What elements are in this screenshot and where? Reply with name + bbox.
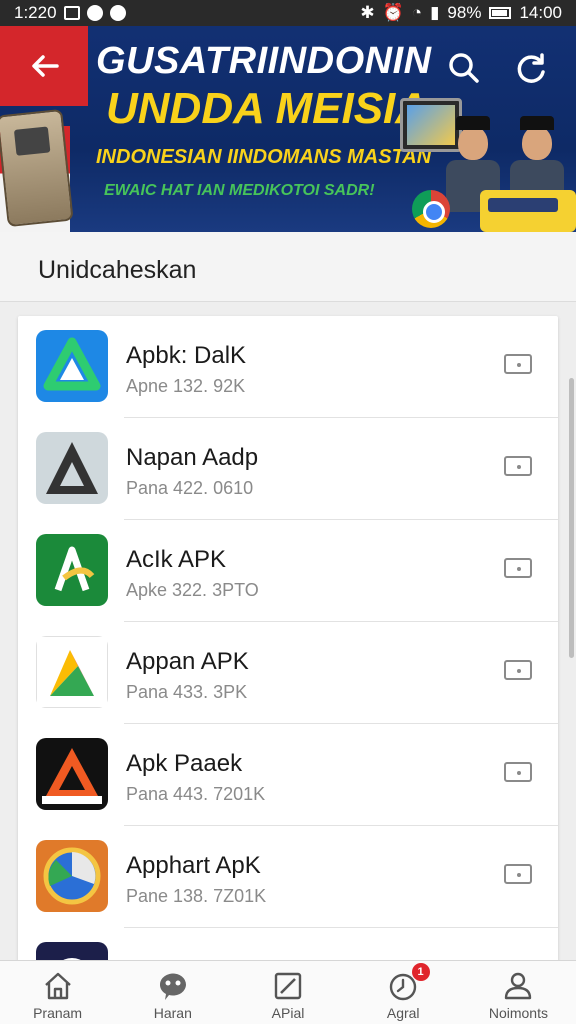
app-name: Napan Aadp [126,444,259,471]
nav-label: Noimonts [488,1005,548,1021]
app-icon [36,738,108,810]
list-item[interactable] [18,928,558,962]
download-button[interactable] [504,558,532,578]
download-button[interactable] [504,864,532,884]
header-banner: GUSATRIINDONIN UNDDA MEISIA INDONESIAN I… [0,26,576,232]
banner-tagline: INDONESIAN IINDOMANS MASTAN [96,146,432,168]
app-icon [36,942,108,962]
download-button[interactable] [504,660,532,680]
download-button[interactable] [504,354,532,374]
list-item[interactable]: Apphart ApK Pane 138. 7Z01K [18,826,558,928]
person-icon [505,972,532,1000]
app-icon [36,636,108,708]
app-icon [36,534,108,606]
app-meta: Apke 322. 3PTO [126,580,259,600]
nav-label: APial [271,1005,305,1021]
app-icon [36,840,108,912]
nav-label: Haran [153,1005,192,1021]
signal-icon: ▮ [430,3,440,22]
search-button[interactable] [444,48,484,88]
banner-subtitle: UNDDA MEISIA [106,84,428,133]
status-bar: 1:220 ✱ ⏰ ◔ ▮ 98% 14:00 [0,0,576,26]
notification-icon [63,6,80,20]
edit-icon [274,972,302,1000]
arrow-left-icon [32,55,59,77]
status-time-right: 14:00 [519,3,562,22]
refresh-icon [517,53,545,83]
list-item[interactable]: Apbk: DalK Apne 132. 92K [18,316,558,418]
back-button[interactable] [20,44,70,88]
bottom-nav: Pranam Haran APial 1 Agral Noimonts [0,960,576,1024]
battery-icon [489,7,512,19]
list-item[interactable]: Appan APK Pana 433. 3PK [18,622,558,724]
banner-caption: EWAIC HAT IAN MEDIKOTOI SADR! [104,182,375,199]
nav-label: Agral [386,1005,420,1021]
list-item[interactable]: Apk Paaek Pana 443. 7201K [18,724,558,826]
nav-label: Pranam [33,1005,83,1021]
battery-percent: 98% [447,3,482,22]
nav-item-profile[interactable]: Noimonts [461,961,576,1024]
search-icon [449,53,479,83]
app-meta: Pana 433. 3PK [126,682,248,702]
banner-title: GUSATRIINDONIN [96,40,432,82]
notification-badge: 1 [411,963,430,981]
app-list: Apbk: DalK Apne 132. 92K Napan Aadp Pana… [18,316,558,962]
download-button[interactable] [504,456,532,476]
download-button[interactable] [504,762,532,782]
list-item[interactable]: AcIk APK Apke 322. 3PTO [18,520,558,622]
section-title: Unidcaheskan [38,256,197,284]
app-name: Apbk: DalK [126,342,247,369]
bluetooth-icon: ✱ [360,3,375,22]
app-name: Appan APK [126,648,249,675]
phone-graphic [0,108,74,228]
app-meta: Pane 138. 7Z01K [126,886,267,906]
app-icon [36,432,108,504]
list-item[interactable]: Napan Aadp Pana 422. 0610 [18,418,558,520]
section-header: Unidcaheskan [0,232,576,302]
nav-item-edit[interactable]: APial [230,961,345,1024]
nav-item-home[interactable]: Pranam [0,961,115,1024]
app-notification-icon [86,5,103,21]
alarm-icon: ⏰ [382,3,404,22]
nav-item-clock[interactable]: 1 Agral [346,961,461,1024]
bus-graphic [480,190,576,232]
nav-item-chat[interactable]: Haran [115,961,230,1024]
wifi-icon: ◔ [411,3,423,22]
app-name: Apk Paaek [126,750,243,777]
chat-icon [159,973,186,1000]
scrollbar[interactable] [569,378,574,658]
app-meta: Pana 443. 7201K [126,784,266,804]
refresh-button[interactable] [510,48,552,90]
app-name: Apphart ApK [126,852,261,879]
location-icon [109,5,126,21]
app-meta: Pana 422. 0610 [126,478,254,498]
app-name: AcIk APK [126,546,227,573]
browser-icon [412,190,450,228]
status-time-left: 1:220 [14,3,57,22]
home-icon [44,972,71,1000]
app-meta: Apne 132. 92K [126,376,246,396]
app-icon [36,330,108,402]
